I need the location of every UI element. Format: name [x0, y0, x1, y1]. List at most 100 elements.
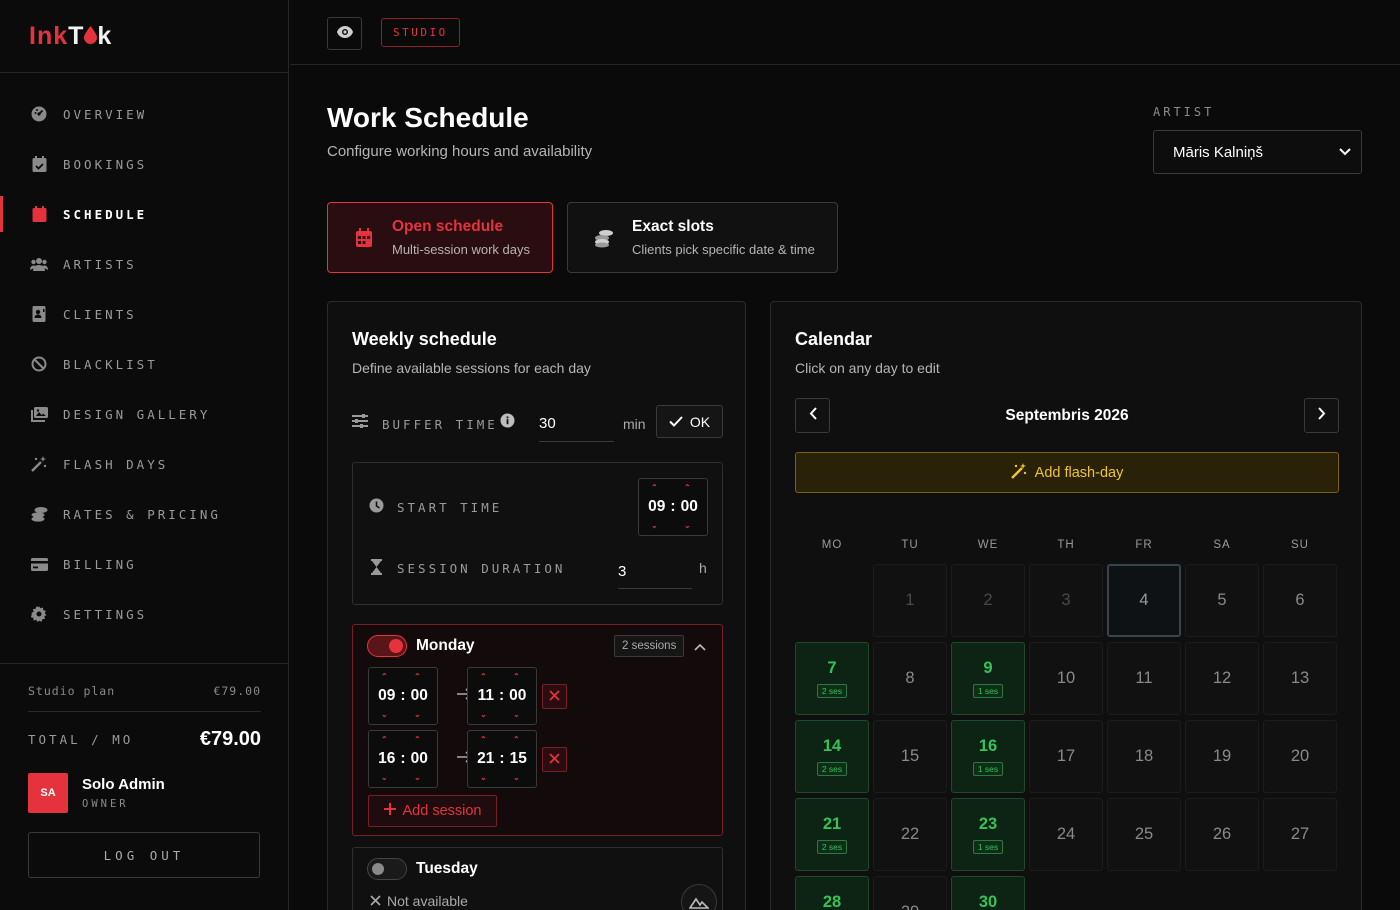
start-hour[interactable]: 09 [648, 498, 665, 516]
session-from-minute[interactable]: 00 [411, 687, 428, 705]
day-number: 4 [1139, 591, 1149, 609]
start-minute[interactable]: 00 [681, 498, 698, 516]
sidebar-item-billing[interactable]: BILLING [0, 539, 288, 589]
monday-toggle[interactable] [367, 635, 407, 657]
add-session-button[interactable]: Add session [368, 795, 497, 827]
sidebar-item-overview[interactable]: OVERVIEW [0, 89, 288, 139]
session-to-time-picker[interactable]: ⌃ ⌃ 21:15 ⌄ ⌄ [467, 730, 537, 788]
session-from-minute[interactable]: 00 [411, 750, 428, 768]
tuesday-toggle[interactable] [367, 858, 407, 880]
calendar-day-9[interactable]: 9 1 ses [951, 642, 1025, 715]
session-to-hour-down-icon[interactable]: ⌄ [480, 774, 487, 782]
calendar-day-16[interactable]: 16 1 ses [951, 720, 1025, 793]
session-to-minute[interactable]: 00 [509, 687, 526, 705]
calendar-day-7[interactable]: 7 2 ses [795, 642, 869, 715]
artist-select[interactable]: Māris Kalniņš [1153, 130, 1362, 174]
calendar-day-15[interactable]: 15 [873, 720, 947, 793]
calendar-day-8[interactable]: 8 [873, 642, 947, 715]
calendar-day-6[interactable]: 6 [1263, 564, 1337, 637]
delete-session-button[interactable] [542, 747, 567, 772]
sidebar-item-settings[interactable]: SETTINGS [0, 589, 288, 639]
session-from-minute-down-icon[interactable]: ⌄ [414, 774, 421, 782]
session-from-minute-up-icon[interactable]: ⌃ [414, 736, 421, 744]
session-to-time-picker[interactable]: ⌃ ⌃ 11:00 ⌄ ⌄ [467, 667, 537, 725]
preview-button[interactable] [327, 17, 362, 50]
brand-logo[interactable]: Ink Tk [0, 0, 288, 73]
calendar-day-29[interactable]: 29 [873, 876, 947, 910]
open-schedule-mode-card[interactable]: Open schedule Multi-session work days [327, 202, 553, 273]
mountain-icon[interactable] [681, 884, 717, 910]
calendar-day-12[interactable]: 12 [1185, 642, 1259, 715]
calendar-day-3[interactable]: 3 [1029, 564, 1103, 637]
calendar-day-10[interactable]: 10 [1029, 642, 1103, 715]
calendar-day-4[interactable]: 4 [1107, 564, 1181, 637]
session-from-hour-up-icon[interactable]: ⌃ [381, 673, 388, 681]
session-from-minute-up-icon[interactable]: ⌃ [414, 673, 421, 681]
calendar-day-24[interactable]: 24 [1029, 798, 1103, 871]
sidebar-item-label: SCHEDULE [63, 206, 148, 222]
delete-session-button[interactable] [542, 684, 567, 709]
session-to-hour-up-icon[interactable]: ⌃ [480, 736, 487, 744]
sidebar-item-design-gallery[interactable]: DESIGN GALLERY [0, 389, 288, 439]
session-to-minute-down-icon[interactable]: ⌄ [513, 774, 520, 782]
start-hour-down-icon[interactable]: ⌄ [651, 522, 658, 530]
session-to-hour[interactable]: 21 [477, 750, 494, 768]
sidebar-item-bookings[interactable]: BOOKINGS [0, 139, 288, 189]
start-hour-up-icon[interactable]: ⌃ [651, 484, 658, 492]
studio-badge[interactable]: STUDIO [381, 18, 460, 47]
calendar-day-25[interactable]: 25 [1107, 798, 1181, 871]
calendar-day-5[interactable]: 5 [1185, 564, 1259, 637]
calendar-day-30[interactable]: 301 ses [951, 876, 1025, 910]
session-duration-input[interactable] [618, 555, 692, 589]
calendar-day-17[interactable]: 17 [1029, 720, 1103, 793]
session-from-time-picker[interactable]: ⌃ ⌃ 16:00 ⌄ ⌄ [368, 730, 438, 788]
sidebar-item-blacklist[interactable]: BLACKLIST [0, 339, 288, 389]
open-schedule-subtitle: Multi-session work days [392, 242, 530, 257]
calendar-day-19[interactable]: 19 [1185, 720, 1259, 793]
session-from-time-picker[interactable]: ⌃ ⌃ 09:00 ⌄ ⌄ [368, 667, 438, 725]
add-flash-day-button[interactable]: Add flash-day [795, 452, 1339, 493]
calendar-day-2[interactable]: 2 [951, 564, 1025, 637]
session-from-hour-up-icon[interactable]: ⌃ [381, 736, 388, 744]
calendar-day-11[interactable]: 11 [1107, 642, 1181, 715]
session-to-minute-down-icon[interactable]: ⌄ [513, 711, 520, 719]
start-minute-down-icon[interactable]: ⌄ [684, 522, 691, 530]
start-minute-up-icon[interactable]: ⌃ [684, 484, 691, 492]
session-to-hour[interactable]: 11 [478, 687, 494, 705]
calendar-day-14[interactable]: 14 2 ses [795, 720, 869, 793]
calendar-day-20[interactable]: 20 [1263, 720, 1337, 793]
sidebar-item-artists[interactable]: ARTISTS [0, 239, 288, 289]
next-month-button[interactable] [1304, 398, 1339, 433]
session-to-hour-down-icon[interactable]: ⌄ [480, 711, 487, 719]
calendar-day-21[interactable]: 21 2 ses [795, 798, 869, 871]
sidebar-item-flash-days[interactable]: FLASH DAYS [0, 439, 288, 489]
buffer-time-input[interactable] [539, 406, 614, 442]
calendar-day-26[interactable]: 26 [1185, 798, 1259, 871]
start-time-picker[interactable]: ⌃ ⌃ 09:00 ⌄ ⌄ [638, 478, 708, 536]
session-to-minute-up-icon[interactable]: ⌃ [513, 673, 520, 681]
calendar-day-1[interactable]: 1 [873, 564, 947, 637]
buffer-ok-button[interactable]: OK [656, 405, 723, 438]
session-to-minute-up-icon[interactable]: ⌃ [513, 736, 520, 744]
calendar-day-22[interactable]: 22 [873, 798, 947, 871]
logout-button[interactable]: LOG OUT [28, 832, 260, 878]
chevron-up-icon[interactable] [694, 638, 706, 656]
calendar-day-23[interactable]: 23 1 ses [951, 798, 1025, 871]
session-from-hour[interactable]: 09 [378, 687, 395, 705]
sidebar-item-clients[interactable]: CLIENTS [0, 289, 288, 339]
sidebar-item-rates-pricing[interactable]: RATES & PRICING [0, 489, 288, 539]
calendar-day-13[interactable]: 13 [1263, 642, 1337, 715]
session-to-hour-up-icon[interactable]: ⌃ [480, 673, 487, 681]
sidebar-item-label: CLIENTS [63, 306, 137, 322]
session-from-hour[interactable]: 16 [378, 750, 395, 768]
session-from-hour-down-icon[interactable]: ⌄ [381, 711, 388, 719]
session-to-minute[interactable]: 15 [510, 750, 527, 768]
calendar-day-28[interactable]: 282 ses [795, 876, 869, 910]
calendar-day-27[interactable]: 27 [1263, 798, 1337, 871]
calendar-day-18[interactable]: 18 [1107, 720, 1181, 793]
session-from-minute-down-icon[interactable]: ⌄ [414, 711, 421, 719]
session-from-hour-down-icon[interactable]: ⌄ [381, 774, 388, 782]
exact-slots-mode-card[interactable]: Exact slots Clients pick specific date &… [567, 202, 838, 273]
sidebar-item-schedule[interactable]: SCHEDULE [0, 189, 288, 239]
info-icon[interactable] [500, 413, 515, 433]
